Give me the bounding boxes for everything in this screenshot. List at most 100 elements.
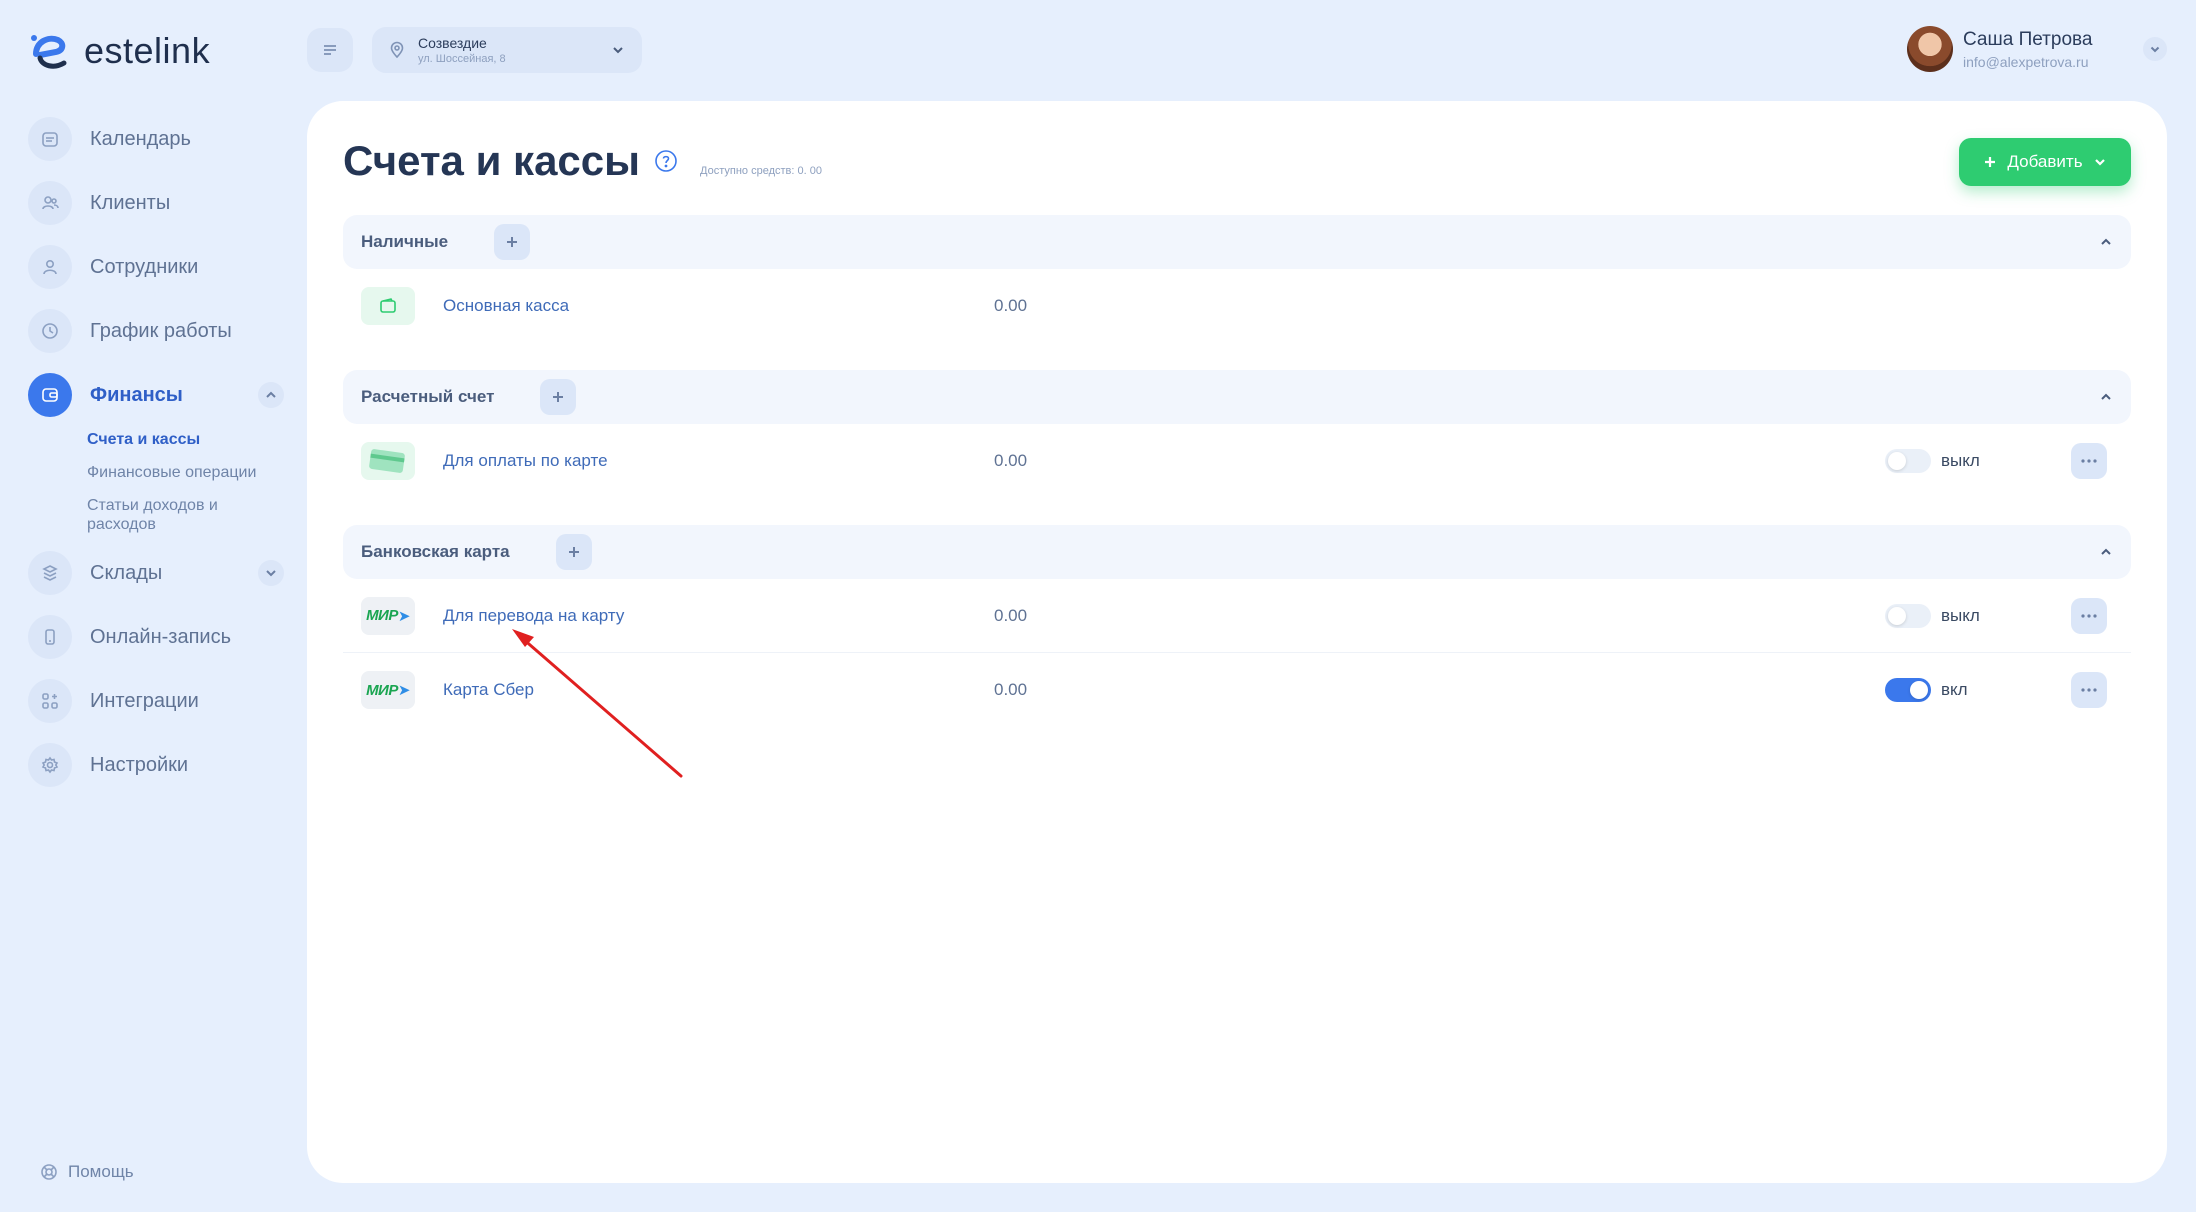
available-funds: Доступно средств: 0. 00 [700, 165, 822, 177]
sidebar-item-integrations[interactable]: Интеграции [28, 678, 284, 724]
section-bank-card: Банковская карта МИР ➤ Для перевода на ка… [343, 525, 2131, 727]
wallet-icon [361, 287, 415, 325]
sidebar-item-label: Клиенты [90, 191, 171, 214]
lifebuoy-icon [41, 1164, 57, 1180]
sidebar-item-label: Сотрудники [90, 255, 199, 278]
estelink-logo-icon [31, 35, 67, 69]
section-header: Расчетный счет [343, 370, 2131, 424]
account-name[interactable]: Для оплаты по карте [443, 451, 608, 471]
help-label: Помощь [68, 1162, 134, 1181]
section-add-button[interactable] [555, 534, 592, 570]
grid-plus-icon [28, 679, 72, 723]
section-cash: Наличные Основная касса 0.00 [343, 215, 2131, 343]
section-title: Банковская карта [361, 542, 510, 561]
plus-icon [507, 237, 518, 247]
gear-icon [28, 743, 72, 787]
main-card: Счета и кассы Доступно средств: 0. 00 До… [307, 101, 2167, 1183]
more-horizontal-icon [2081, 688, 2097, 692]
sidebar-item-schedule[interactable]: График работы [28, 308, 284, 354]
mir-logo-icon: МИР ➤ [361, 671, 415, 709]
mir-logo-icon: МИР ➤ [361, 596, 415, 635]
add-button-label: Добавить [2007, 152, 2083, 171]
user-menu-toggle[interactable] [2143, 37, 2167, 61]
submenu-item-accounts[interactable]: Счета и кассы [87, 430, 257, 449]
section-header: Наличные [343, 215, 2131, 269]
page-title: Счета и кассы [343, 137, 641, 184]
sidebar: Календарь Клиенты Сотрудники График рабо… [28, 116, 284, 806]
sidebar-item-settings[interactable]: Настройки [28, 742, 284, 788]
section-title: Наличные [361, 232, 449, 251]
mir-logo-text: МИР [366, 607, 398, 624]
sidebar-item-warehouses[interactable]: Склады [28, 550, 284, 596]
submenu-item-operations[interactable]: Финансовые операции [87, 463, 257, 482]
chevron-up-icon[interactable] [2099, 390, 2113, 404]
account-name[interactable]: Карта Сбер [443, 680, 534, 700]
sidebar-item-calendar[interactable]: Календарь [28, 116, 284, 162]
account-toggle[interactable] [1885, 678, 1931, 702]
account-toggle[interactable] [1885, 449, 1931, 473]
account-name[interactable]: Основная касса [443, 296, 569, 316]
credit-card-icon [361, 442, 415, 480]
clock-icon [28, 309, 72, 353]
wallet-icon [28, 373, 72, 417]
location-name: Созвездие [418, 35, 487, 51]
toggle-label: вкл [1941, 680, 1968, 699]
help-link[interactable]: Помощь [40, 1162, 134, 1182]
account-row: МИР ➤ Карта Сбер 0.00 вкл [343, 653, 2131, 727]
chevron-down-icon [613, 47, 623, 54]
plus-icon [568, 547, 579, 557]
mir-arrow-icon: ➤ [397, 682, 411, 699]
more-options-button[interactable] [2071, 443, 2107, 479]
account-row: Для оплаты по карте 0.00 выкл [343, 424, 2131, 498]
sidebar-item-label: Склады [90, 561, 163, 584]
brand-name: estelink [84, 30, 211, 71]
user-profile[interactable]: Саша Петрова info@alexpetrova.ru [1907, 26, 2092, 72]
more-options-button[interactable] [2071, 672, 2107, 708]
account-amount: 0.00 [994, 296, 1028, 315]
section-settlement: Расчетный счет Для оплаты по карте 0.00 … [343, 370, 2131, 498]
more-options-button[interactable] [2071, 597, 2107, 634]
sidebar-item-online-booking[interactable]: Онлайн-запись [28, 614, 284, 660]
section-title: Расчетный счет [361, 387, 495, 406]
chevron-up-icon[interactable] [2099, 545, 2113, 559]
chevron-down-icon [2094, 159, 2105, 166]
location-address: ул. Шоссейная, 8 [418, 53, 506, 65]
account-row: МИР ➤ Для перевода на карту 0.00 выкл [343, 579, 2131, 653]
sidebar-item-label: Финансы [90, 383, 183, 406]
user-name: Саша Петрова [1963, 28, 2093, 50]
sidebar-item-clients[interactable]: Клиенты [28, 180, 284, 226]
menu-toggle-button[interactable] [307, 28, 353, 72]
sidebar-item-label: Календарь [90, 127, 191, 150]
account-name[interactable]: Для перевода на карту [443, 606, 624, 626]
submenu-item-income-expense[interactable]: Статьи доходов и расходов [87, 496, 257, 534]
section-add-button[interactable] [494, 224, 531, 260]
sidebar-item-label: График работы [90, 319, 232, 342]
finance-submenu: Счета и кассы Финансовые операции Статьи… [87, 430, 284, 534]
sidebar-item-finance[interactable]: Финансы [28, 372, 284, 418]
account-amount: 0.00 [994, 605, 1028, 625]
plus-icon [1985, 157, 1996, 167]
sidebar-item-label: Онлайн-запись [90, 625, 231, 648]
account-toggle[interactable] [1885, 603, 1931, 628]
brand-logo[interactable]: estelink [28, 28, 210, 74]
chevron-down-icon [2150, 46, 2160, 53]
menu-icon [324, 45, 336, 55]
sidebar-item-staff[interactable]: Сотрудники [28, 244, 284, 290]
add-button[interactable]: Добавить [1959, 138, 2131, 186]
sidebar-item-label: Настройки [90, 753, 189, 776]
phone-icon [28, 615, 72, 659]
section-add-button[interactable] [540, 379, 577, 415]
more-horizontal-icon [2081, 613, 2097, 618]
chevron-up-icon[interactable] [258, 382, 284, 408]
more-horizontal-icon [2081, 459, 2097, 463]
toggle-knob [1910, 681, 1928, 699]
help-circle-icon[interactable] [654, 149, 678, 173]
user-email: info@alexpetrova.ru [1963, 53, 2089, 70]
toggle-label: выкл [1941, 605, 1980, 625]
mir-logo-text: МИР [366, 681, 398, 699]
chevron-up-icon[interactable] [2099, 235, 2113, 249]
toggle-knob [1888, 606, 1906, 625]
sidebar-item-label: Интеграции [90, 689, 199, 712]
chevron-down-icon[interactable] [258, 560, 284, 586]
location-selector[interactable]: Созвездие ул. Шоссейная, 8 [372, 27, 642, 73]
